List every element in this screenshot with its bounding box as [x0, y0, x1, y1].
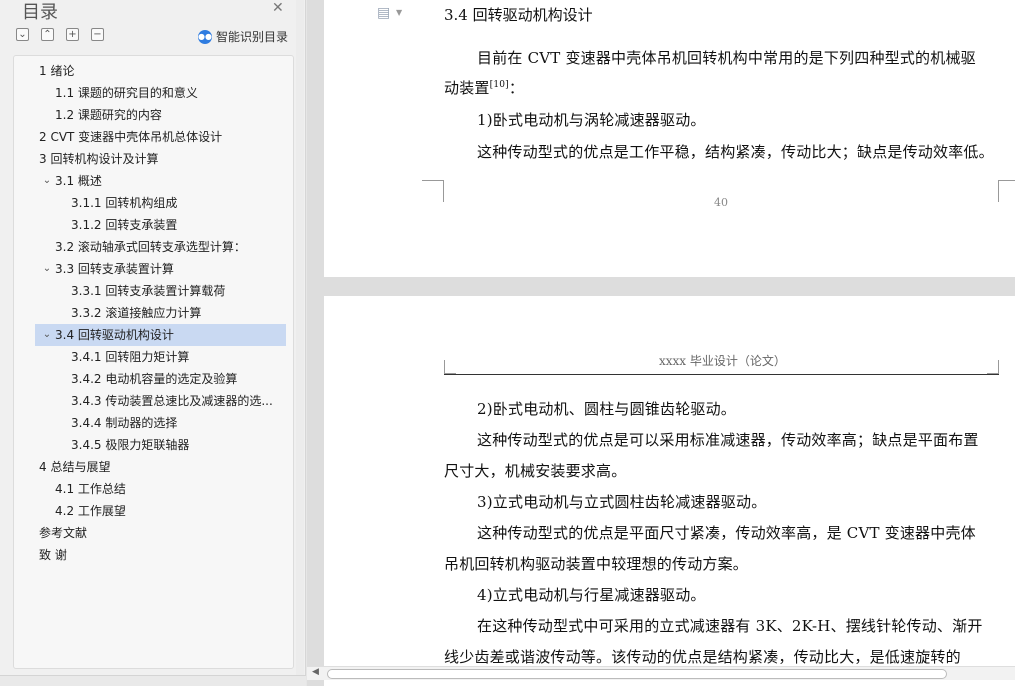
paragraph-line: 线少齿差或谐波传动等。该传动的优点是结构紧凑，传动比大，是低速旋转的 [444, 648, 961, 666]
paragraph-line: 3)立式电动机与立式圆柱齿轮减速器驱动。 [477, 493, 767, 511]
chevron-down-icon[interactable]: ⌄ [35, 60, 37, 82]
toc-item-label: 3.4.5 极限力矩联轴器 [71, 438, 190, 452]
toc-item-label: 3.4.4 制动器的选择 [71, 416, 178, 430]
toc-item-ch2[interactable]: ›2 CVT 变速器中壳体吊机总体设计 [35, 126, 286, 148]
toc-item-thx[interactable]: 致 谢 [35, 544, 286, 566]
paragraph-line: 尺寸大，机械安装要求高。 [444, 462, 627, 480]
expand-up-icon[interactable]: ⌃ [41, 28, 54, 41]
paragraph-line: 目前在 CVT 变速器中壳体吊机回转机构中常用的是下列四种型式的机械驱 [477, 49, 976, 67]
paragraph-text: 动装置 [444, 79, 490, 97]
smart-toc-label: 智能识别目录 [216, 30, 289, 44]
toc-item-3-4-2[interactable]: 3.4.2 电动机容量的选定及验算 [35, 368, 286, 390]
toc-item-ch4[interactable]: ⌄4 总结与展望 [35, 456, 286, 478]
margin-mark [444, 360, 456, 374]
toc-item-label: 1.2 课题研究的内容 [55, 108, 162, 122]
toc-item-4-2[interactable]: 4.2 工作展望 [35, 500, 286, 522]
citation-ref[interactable]: [10] [490, 80, 509, 90]
toc-item-3-3[interactable]: ⌄ 3.3 回转支承装置计算 [35, 258, 286, 280]
toc-item-label: 3.4.3 传动装置总速比及减速器的选... [71, 394, 273, 408]
toc-item-label: 3.2 滚动轴承式回转支承选型计算： [55, 240, 246, 254]
chevron-down-icon[interactable]: ⌄ [41, 258, 53, 280]
toc-item-label: 参考文献 [39, 526, 88, 540]
margin-mark [998, 180, 1015, 202]
chevron-down-icon[interactable]: ⌄ [41, 170, 53, 192]
chevron-right-icon[interactable]: › [35, 126, 37, 148]
toc-item-label: 3.1.1 回转机构组成 [71, 196, 178, 210]
toc-item-label: 3.4.2 电动机容量的选定及验算 [71, 372, 238, 386]
toc-item-label: 3.3.1 回转支承装置计算载荷 [71, 284, 226, 298]
toc-sidebar: 目录 ✕ ⌄ ⌃ + − ●● 智能识别目录 ⌄1 绪论1.1 课题的研究目的和… [0, 0, 306, 686]
ai-icon: ●● [198, 29, 212, 44]
scroll-left-icon[interactable]: ◀ [312, 667, 319, 677]
toc-item-3-4-4[interactable]: 3.4.4 制动器的选择 [35, 412, 286, 434]
chevron-down-icon[interactable]: ⌄ [41, 324, 53, 346]
add-level-icon[interactable]: + [66, 28, 79, 41]
horizontal-scrollbar[interactable]: ◀ [307, 666, 1015, 680]
section-heading: 3.4 回转驱动机构设计 [444, 6, 593, 24]
chevron-down-icon[interactable]: ⌄ [35, 456, 37, 478]
document-area: ▤ ▼ 3.4 回转驱动机构设计 目前在 CVT 变速器中壳体吊机回转机构中常用… [307, 0, 1015, 686]
toc-item-ch1[interactable]: ⌄1 绪论 [35, 60, 286, 82]
sidebar-status-strip [0, 675, 306, 686]
sidebar-title: 目录 [22, 2, 58, 23]
toc-item-3-1-2[interactable]: 3.1.2 回转支承装置 [35, 214, 286, 236]
toc-item-3-3-1[interactable]: 3.3.1 回转支承装置计算载荷 [35, 280, 286, 302]
smart-toc-button[interactable]: ●● 智能识别目录 [198, 28, 288, 45]
toc-item-label: 3.4 回转驱动机构设计 [55, 328, 174, 342]
toc-item-label: 致 谢 [39, 548, 67, 562]
paragraph-text: ： [508, 79, 525, 97]
header-line [444, 374, 999, 375]
toc-item-3-4[interactable]: ⌄ 3.4 回转驱动机构设计 [35, 324, 286, 346]
toc-item-4-1[interactable]: 4.1 工作总结 [35, 478, 286, 500]
toc-item-3-4-5[interactable]: 3.4.5 极限力矩联轴器 [35, 434, 286, 456]
paragraph-line: 2)卧式电动机、圆柱与圆锥齿轮驱动。 [477, 400, 736, 418]
toc-item-label: 3.4.1 回转阻力矩计算 [71, 350, 190, 364]
close-icon[interactable]: ✕ [272, 0, 284, 16]
toc-item-3-4-3[interactable]: 3.4.3 传动装置总速比及减速器的选... [35, 390, 286, 412]
toc-item-3-3-2[interactable]: 3.3.2 滚道接触应力计算 [35, 302, 286, 324]
chevron-down-icon[interactable]: ▼ [396, 8, 402, 17]
remove-level-icon[interactable]: − [91, 28, 104, 41]
paragraph-line: 在这种传动型式中可采用的立式减速器有 3K、2K-H、摆线针轮传动、渐开 [477, 617, 983, 635]
paragraph-line: 吊机回转机构驱动装置中较理想的传动方案。 [444, 555, 749, 573]
toc-item-label: 3.1 概述 [55, 174, 102, 188]
toc-item-label: 1 绪论 [39, 64, 75, 78]
toc-item-label: 3.1.2 回转支承装置 [71, 218, 178, 232]
toc-item-label: 1.1 课题的研究目的和意义 [55, 86, 198, 100]
paragraph-line: 这种传动型式的优点是可以采用标准减速器，传动效率高；缺点是平面布置 [477, 431, 979, 449]
toc-item-label: 4 总结与展望 [39, 460, 111, 474]
page-40: ▤ ▼ 3.4 回转驱动机构设计 目前在 CVT 变速器中壳体吊机回转机构中常用… [324, 0, 1015, 277]
toc-item-1-1[interactable]: 1.1 课题的研究目的和意义 [35, 82, 286, 104]
page-header: xxxx 毕业设计（论文） [659, 354, 786, 368]
page-41: xxxx 毕业设计（论文） 2)卧式电动机、圆柱与圆锥齿轮驱动。这种传动型式的优… [324, 296, 1015, 686]
toc-item-ch3[interactable]: ⌄3 回转机构设计及计算 [35, 148, 286, 170]
collapse-all-icon[interactable]: ⌄ [16, 28, 29, 41]
toc-toolbar: ⌄ ⌃ + − [16, 28, 104, 41]
margin-mark [987, 360, 999, 374]
paragraph-line: 动装置[10]： [444, 77, 524, 98]
paragraph-line: 这种传动型式的优点是平面尺寸紧凑，传动效率高，是 CVT 变速器中壳体 [477, 524, 976, 542]
toc-panel: ⌄1 绪论1.1 课题的研究目的和意义1.2 课题研究的内容›2 CVT 变速器… [13, 55, 294, 669]
toc-item-1-2[interactable]: 1.2 课题研究的内容 [35, 104, 286, 126]
chevron-down-icon[interactable]: ⌄ [35, 148, 37, 170]
toc-item-3-1[interactable]: ⌄ 3.1 概述 [35, 170, 286, 192]
paragraph-line: 这种传动型式的优点是工作平稳，结构紧凑，传动比大；缺点是传动效率低。 [477, 143, 994, 161]
margin-mark [422, 180, 444, 202]
toc-item-label: 2 CVT 变速器中壳体吊机总体设计 [39, 130, 223, 144]
toc-item-3-1-1[interactable]: 3.1.1 回转机构组成 [35, 192, 286, 214]
toc-item-ref[interactable]: 参考文献 [35, 522, 286, 544]
toc-item-label: 4.1 工作总结 [55, 482, 126, 496]
toc-item-label: 4.2 工作展望 [55, 504, 126, 518]
toc-item-label: 3.3 回转支承装置计算 [55, 262, 174, 276]
toc-item-label: 3 回转机构设计及计算 [39, 152, 159, 166]
toc-item-3-4-1[interactable]: 3.4.1 回转阻力矩计算 [35, 346, 286, 368]
paragraph-line: 4)立式电动机与行星减速器驱动。 [477, 586, 706, 604]
sidebar-scrollbar[interactable] [296, 0, 304, 686]
toc-item-label: 3.3.2 滚道接触应力计算 [71, 306, 202, 320]
page-number: 40 [714, 196, 728, 209]
document-icon[interactable]: ▤ [377, 5, 390, 21]
paragraph-line: 1)卧式电动机与涡轮减速器驱动。 [477, 111, 706, 129]
scrollbar-thumb[interactable] [327, 669, 947, 679]
toc-item-3-2[interactable]: 3.2 滚动轴承式回转支承选型计算： [35, 236, 286, 258]
